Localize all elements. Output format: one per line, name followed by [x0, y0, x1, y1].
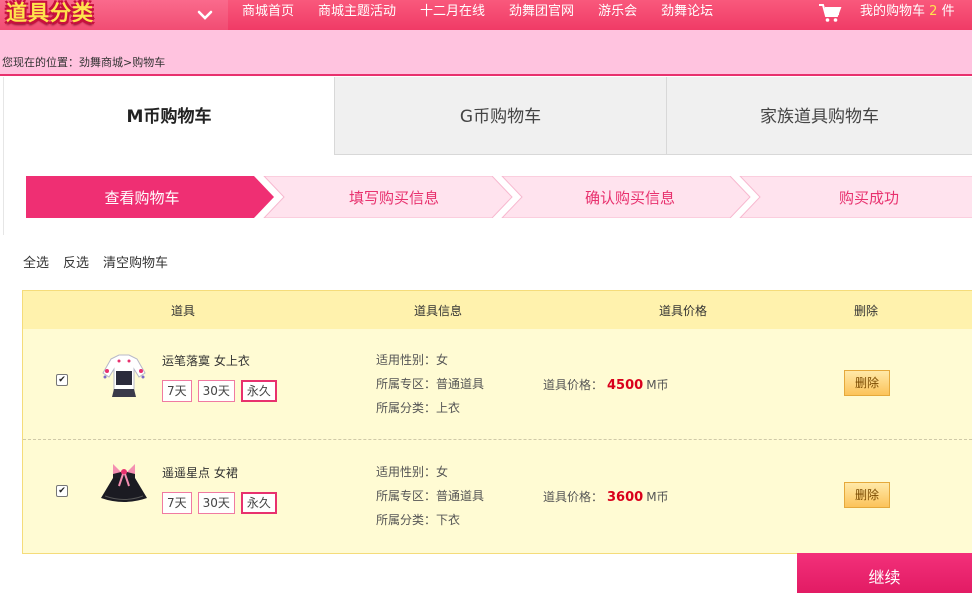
clear-cart-link[interactable]: 清空购物车 — [103, 252, 168, 271]
item-zone: 所属专区：普通道具 — [376, 489, 485, 503]
item-info: 适用性别：女 所属专区：普通道具 所属分类：上衣 — [376, 348, 484, 420]
item-category: 所属分类：上衣 — [376, 401, 461, 415]
item-category: 所属分类：下衣 — [376, 513, 461, 527]
cart-summary: 我的购物车 2 件 — [860, 0, 955, 24]
step-view-cart: 查看购物车 — [104, 189, 179, 207]
duration-30-days[interactable]: 30天 — [197, 380, 235, 402]
duration-30-days[interactable]: 30天 — [197, 492, 235, 514]
cart-label: 我的购物车 — [860, 4, 926, 19]
checkout-steps: 查看购物车 填写购买信息 确认购买信息 购买成功 — [26, 176, 972, 218]
item-name: 运笔落寞 女上衣 — [162, 354, 250, 368]
top-nav-bar: 道具分类 商城首页 商城主题活动 十二月在线 劲舞团官网 游乐会 劲舞论坛 我的… — [0, 0, 972, 30]
step-confirm-info: 确认购买信息 — [585, 189, 675, 207]
nav-theme-events[interactable]: 商城主题活动 — [306, 0, 408, 30]
price-label: 道具价格： — [543, 490, 604, 504]
item-price: 道具价格： 3600 M币 — [543, 488, 669, 505]
duration-7-days[interactable]: 7天 — [162, 380, 192, 402]
tab-m-coin-cart[interactable]: M币购物车 — [3, 77, 334, 155]
breadcrumb: 您现在的位置：劲舞商城>购物车 — [2, 56, 166, 69]
price-unit: M币 — [646, 378, 669, 392]
currency-tabs: M币购物车 G币购物车 家族道具购物车 — [3, 77, 972, 155]
steps-arrows: 查看购物车 填写购买信息 确认购买信息 购买成功 — [26, 176, 972, 218]
chevron-down-icon — [197, 10, 213, 20]
cart-table: 道具 道具信息 道具价格 删除 ✔ 运笔落寞 女上衣 7天 30天 永久 适用性… — [22, 290, 972, 554]
item-gender: 适用性别：女 — [376, 465, 449, 479]
table-row: ✔ 遥遥星点 女裙 7天 30天 永久 适用性别：女 所属专区：普通道具 所属分… — [23, 439, 972, 549]
duration-permanent[interactable]: 永久 — [240, 380, 277, 402]
nav-amusement[interactable]: 游乐会 — [586, 0, 649, 30]
header-delete: 删除 — [853, 304, 878, 318]
nav-mall-home[interactable]: 商城首页 — [230, 0, 306, 30]
tab-family-cart[interactable]: 家族道具购物车 — [666, 77, 972, 155]
skirt-thumbnail — [97, 460, 151, 514]
top-garment-thumbnail — [97, 349, 151, 403]
continue-button[interactable]: 继续 — [797, 553, 972, 593]
nav-december-online[interactable]: 十二月在线 — [408, 0, 497, 30]
item-gender: 适用性别：女 — [376, 353, 449, 367]
delete-button[interactable]: 删除 — [844, 370, 890, 396]
item-price: 道具价格： 4500 M币 — [543, 376, 669, 393]
duration-options: 7天 30天 永久 — [162, 380, 277, 402]
tab-g-coin-cart[interactable]: G币购物车 — [334, 77, 666, 155]
price-unit: M币 — [646, 490, 669, 504]
shopping-cart-icon — [819, 4, 842, 22]
step-fill-info: 填写购买信息 — [349, 189, 439, 207]
category-menu[interactable]: 道具分类 — [0, 0, 228, 30]
table-row: ✔ 运笔落寞 女上衣 7天 30天 永久 适用性别：女 所属专区：普通道具 所属… — [23, 329, 972, 439]
table-header: 道具 道具信息 道具价格 删除 — [23, 291, 972, 329]
header-price: 道具价格 — [658, 304, 707, 318]
main-nav: 商城首页 商城主题活动 十二月在线 劲舞团官网 游乐会 劲舞论坛 — [230, 0, 725, 30]
nav-official-site[interactable]: 劲舞团官网 — [497, 0, 586, 30]
duration-options: 7天 30天 永久 — [162, 492, 277, 514]
price-value: 4500 — [607, 378, 644, 393]
cart-count: 2 — [929, 4, 938, 19]
select-all-link[interactable]: 全选 — [23, 252, 49, 271]
item-checkbox[interactable]: ✔ — [56, 485, 68, 497]
item-zone: 所属专区：普通道具 — [376, 377, 485, 391]
invert-selection-link[interactable]: 反选 — [63, 252, 89, 271]
category-menu-label: 道具分类 — [6, 1, 94, 25]
cart-actions: 全选 反选 清空购物车 — [23, 252, 168, 271]
step-success: 购买成功 — [839, 189, 899, 207]
breadcrumb-bar: 您现在的位置：劲舞商城>购物车 — [0, 30, 972, 76]
cart-unit: 件 — [941, 4, 955, 19]
item-checkbox[interactable]: ✔ — [56, 374, 68, 386]
item-info: 适用性别：女 所属专区：普通道具 所属分类：下衣 — [376, 460, 484, 532]
price-value: 3600 — [607, 490, 644, 505]
header-item: 道具 — [170, 304, 195, 318]
nav-forum[interactable]: 劲舞论坛 — [649, 0, 725, 30]
duration-permanent[interactable]: 永久 — [240, 492, 277, 514]
delete-button[interactable]: 删除 — [844, 482, 890, 508]
header-item-info: 道具信息 — [413, 304, 462, 318]
my-cart-link[interactable]: 我的购物车 2 件 — [818, 0, 955, 30]
price-label: 道具价格： — [543, 378, 604, 392]
item-name: 遥遥星点 女裙 — [162, 466, 238, 480]
checkout-steps-panel: 查看购物车 填写购买信息 确认购买信息 购买成功 — [3, 155, 972, 235]
duration-7-days[interactable]: 7天 — [162, 492, 192, 514]
